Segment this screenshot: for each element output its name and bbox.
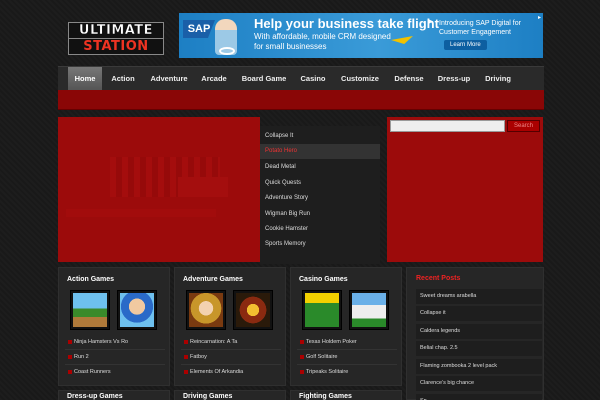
game-link[interactable]: Coast Runners (65, 365, 165, 380)
bullet-icon (300, 355, 304, 359)
recent-post-link[interactable]: Flaming zombooka 2 level pack (416, 359, 542, 374)
logo-line-2: STATION (68, 39, 164, 55)
slider-item[interactable]: Dead Metal (260, 160, 380, 175)
slider-item[interactable]: Wigman Big Run (260, 207, 380, 222)
banner-ad[interactable]: SAP Help your business take flight With … (179, 13, 543, 58)
game-link[interactable]: Reincarnation: A Ta (181, 335, 281, 350)
game-link-label: Ninja Hamsters Vs Ro (74, 339, 129, 345)
sidebar-panel (387, 117, 543, 262)
fatboy-thumb[interactable] (233, 290, 273, 330)
tripeaks-thumb[interactable] (349, 290, 389, 330)
game-link-label: Reincarnation: A Ta (190, 339, 238, 345)
search-input[interactable] (390, 120, 505, 132)
site-logo[interactable]: ULTIMATE STATION (68, 22, 164, 56)
ad-right-text: Introducing SAP Digital for Customer Eng… (439, 20, 521, 36)
game-link-label: Coast Runners (74, 369, 111, 375)
category-title: Dress-up Games (67, 393, 123, 400)
recent-post-link[interactable]: Sp (416, 394, 542, 400)
game-link[interactable]: Golf Solitaire (297, 350, 397, 365)
run-thumb[interactable] (117, 290, 157, 330)
solitaire-thumb[interactable] (302, 290, 342, 330)
game-link-label: Fatboy (190, 354, 207, 360)
game-link[interactable]: Ninja Hamsters Vs Ro (65, 335, 165, 350)
game-link[interactable]: Elements Of Arkandia (181, 365, 281, 380)
category-box-adventure: Adventure Games Reincarnation: A Ta Fatb… (174, 267, 286, 386)
paper-plane-icon (391, 36, 413, 44)
bullet-icon (184, 355, 188, 359)
category-title: Adventure Games (183, 276, 243, 283)
recent-post-link[interactable]: Collapse it (416, 306, 542, 321)
nav-item-casino[interactable]: Casino (296, 67, 330, 90)
nav-item-adventure[interactable]: Adventure (145, 67, 193, 90)
category-title: Casino Games (299, 276, 348, 283)
game-link-label: Texas Holdem Poker (306, 339, 357, 345)
nav-item-driving[interactable]: Driving (479, 67, 517, 90)
recent-posts-widget: Recent Posts Sweet dreams arabella Colla… (406, 267, 544, 400)
slider-ghost-image (66, 209, 216, 217)
nav-item-dress-up[interactable]: Dress-up (433, 67, 475, 90)
recent-post-link[interactable]: Clarence’s big chance (416, 376, 542, 391)
slider-item[interactable]: Adventure Story (260, 191, 380, 206)
recent-post-link[interactable]: Caldera legends (416, 324, 542, 339)
game-link-label: Tripeaks Solitaire (306, 369, 349, 375)
bullet-icon (68, 370, 72, 374)
slider-item[interactable]: Quick Quests (260, 176, 380, 191)
game-link[interactable]: Run 2 (65, 350, 165, 365)
subnav-bar (58, 90, 544, 110)
main-nav: Home Action Adventure Arcade Board Game … (58, 66, 544, 90)
ad-small-logo-icon: ➤ (427, 17, 434, 26)
game-link-label: Golf Solitaire (306, 354, 338, 360)
learn-more-button[interactable]: Learn More (444, 40, 487, 50)
bicycle-image (219, 47, 235, 55)
category-box-casino: Casino Games Texas Holdem Poker Golf Sol… (290, 267, 402, 386)
game-link[interactable]: Fatboy (181, 350, 281, 365)
category-title: Fighting Games (299, 393, 352, 400)
slider-item-active[interactable]: Potato Hero (260, 144, 380, 159)
ninja-hamsters-thumb[interactable] (70, 290, 110, 330)
bullet-icon (184, 370, 188, 374)
ad-info-icon[interactable]: ▸ (538, 14, 541, 21)
category-box-fighting: Fighting Games (290, 390, 402, 400)
slider-ghost-image (178, 177, 228, 197)
category-title: Action Games (67, 276, 115, 283)
bullet-icon (300, 340, 304, 344)
bullet-icon (68, 355, 72, 359)
nav-item-defense[interactable]: Defense (389, 67, 429, 90)
nav-item-customize[interactable]: Customize (336, 67, 384, 90)
category-box-dress-up: Dress-up Games (58, 390, 170, 400)
nav-item-arcade[interactable]: Arcade (197, 67, 231, 90)
slider-item[interactable]: Cookie Hamster (260, 222, 380, 237)
ad-headline: Help your business take flight (254, 16, 439, 31)
bullet-icon (68, 340, 72, 344)
nav-item-board-game[interactable]: Board Game (236, 67, 292, 90)
slider-item[interactable]: Collapse It (260, 129, 380, 144)
reincarnation-thumb[interactable] (186, 290, 226, 330)
slider-item[interactable]: Sports Memory (260, 237, 380, 252)
recent-post-link[interactable]: Sweet dreams arabella (416, 289, 542, 304)
game-link[interactable]: Texas Holdem Poker (297, 335, 397, 350)
game-link-label: Run 2 (74, 354, 89, 360)
slider-list: Collapse It Potato Hero Dead Metal Quick… (260, 126, 380, 264)
bullet-icon (300, 370, 304, 374)
featured-slider-image[interactable] (58, 117, 260, 262)
recent-posts-title: Recent Posts (416, 275, 461, 282)
sap-logo: SAP (183, 20, 215, 38)
bullet-icon (184, 340, 188, 344)
recent-post-link[interactable]: Belial chap. 2.5 (416, 341, 542, 356)
game-link-label: Elements Of Arkandia (190, 369, 244, 375)
game-link[interactable]: Tripeaks Solitaire (297, 365, 397, 380)
search-button[interactable]: Search (507, 120, 540, 132)
ad-subline: With affordable, mobile CRM designed for… (254, 32, 391, 51)
category-box-action: Action Games Ninja Hamsters Vs Ro Run 2 … (58, 267, 170, 386)
category-title: Driving Games (183, 393, 233, 400)
nav-item-home[interactable]: Home (68, 67, 102, 90)
category-box-driving: Driving Games (174, 390, 286, 400)
logo-line-1: ULTIMATE (68, 22, 164, 39)
nav-item-action[interactable]: Action (105, 67, 141, 90)
